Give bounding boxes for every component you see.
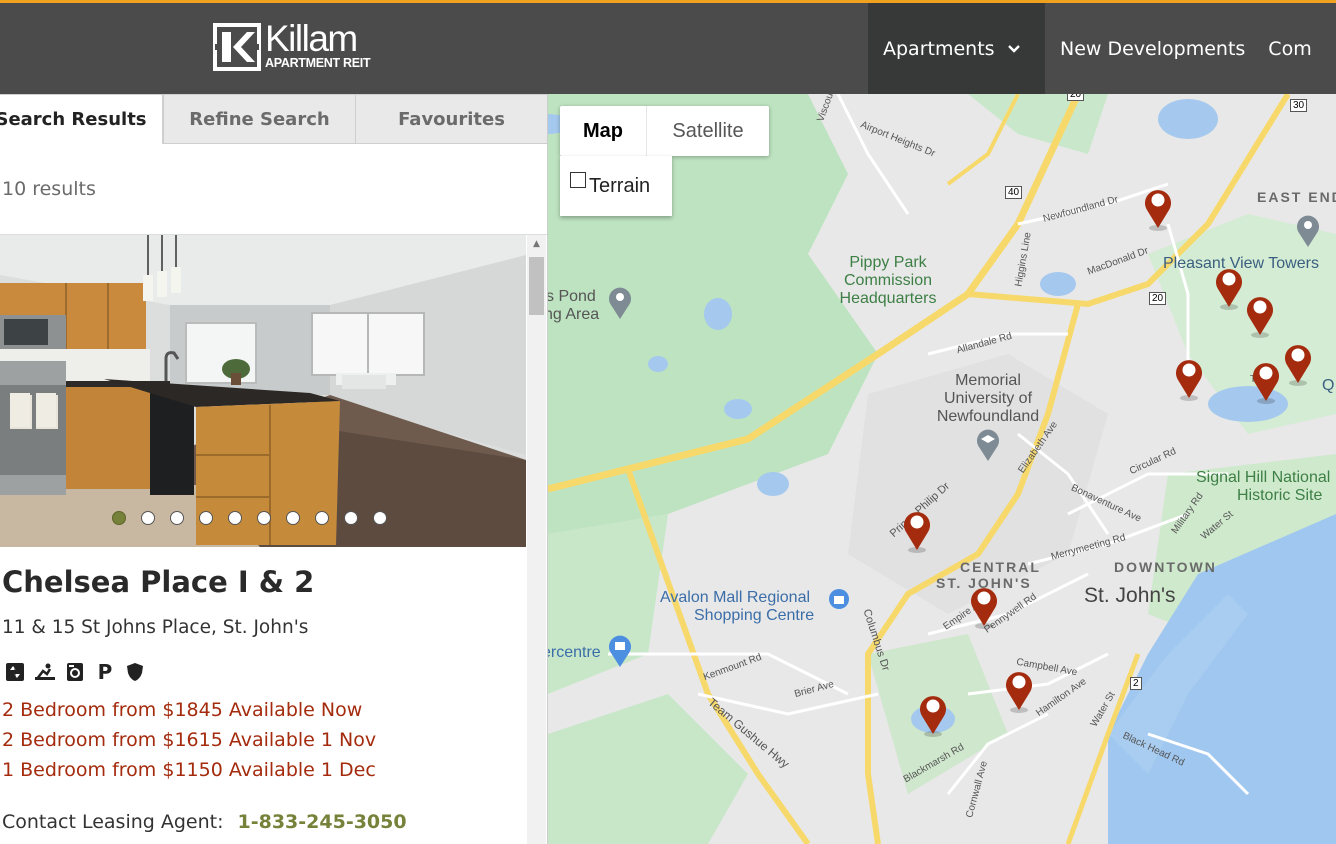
laundry-icon (64, 661, 86, 683)
carousel-dot[interactable] (228, 511, 242, 525)
location-pin-icon (1297, 215, 1319, 247)
search-tabs: Refine Search Favourites Search Results (0, 94, 547, 144)
nav-communities-label: Com (1268, 37, 1312, 60)
route-shield: 40 (1005, 186, 1023, 199)
map-label-central: CENTRAL (960, 559, 1041, 575)
carousel-dot[interactable] (286, 511, 300, 525)
map-label-east-end: EAST END (1257, 189, 1336, 205)
map-label-q: Q (1322, 377, 1335, 394)
contact-leasing-agent: Contact Leasing Agent: 1-833-245-3050 (2, 811, 407, 833)
carousel-dot[interactable] (170, 511, 184, 525)
route-shield: 30 (1290, 99, 1308, 112)
map-label-pippy-park: Pippy Park Commission Headquarters (839, 254, 937, 307)
nav-apartments-label: Apartments (883, 37, 995, 60)
availability-line[interactable]: 1 Bedroom from $1150 Available 1 Dec (2, 759, 376, 781)
university-icon (977, 429, 999, 461)
scroll-up-arrow-icon[interactable]: ▲ (527, 239, 546, 249)
carousel-dot[interactable] (315, 511, 329, 525)
map-label-pond-area: ng Area (548, 306, 600, 323)
property-marker-icon[interactable] (1283, 341, 1313, 387)
property-marker-icon[interactable] (969, 584, 999, 630)
nav-communities[interactable]: Com (1260, 3, 1326, 94)
property-marker-icon[interactable] (918, 692, 948, 738)
property-marker-icon[interactable] (1143, 186, 1173, 232)
map-label-centre: ercentre (548, 644, 601, 661)
availability-line[interactable]: 2 Bedroom from $1845 Available Now (2, 699, 362, 721)
top-navigation-bar: Killam APARTMENT REIT Apartments New Dev… (0, 0, 1336, 94)
carousel-dots (112, 511, 402, 525)
terrain-checkbox[interactable] (570, 172, 586, 188)
main-nav: Apartments New Developments Com (868, 3, 1327, 94)
property-address: 11 & 15 St Johns Place, St. John's (2, 617, 309, 638)
logo-name: Killam (265, 18, 358, 60)
killam-logo[interactable]: Killam APARTMENT REIT (213, 18, 371, 73)
terrain-label: Terrain (589, 174, 651, 197)
map-view[interactable]: 20 30 40 20 2 Pippy Park Commission Head… (548, 94, 1336, 844)
carousel-dot[interactable] (373, 511, 387, 525)
gym-icon (34, 661, 56, 683)
scroll-thumb[interactable] (529, 257, 544, 315)
map-label-pond: s Pond (548, 288, 596, 305)
carousel-dot[interactable] (344, 511, 358, 525)
tab-search-results-label: Search Results (0, 109, 147, 130)
property-marker-icon[interactable] (1251, 359, 1281, 405)
shopping-pin-icon (609, 635, 631, 667)
parking-icon: P (97, 660, 113, 684)
carousel-dot[interactable] (112, 511, 126, 525)
map-type-control: Map Satellite (560, 106, 769, 156)
map-label-mun: Memorial University of Newfoundland (936, 372, 1040, 425)
map-label-shopping-centre: Shopping Centre (694, 607, 815, 624)
route-shield: 20 (1149, 292, 1167, 305)
killam-logo-mark-icon (213, 23, 261, 71)
property-marker-icon[interactable] (1245, 293, 1275, 339)
elevator-icon (4, 661, 26, 683)
availability-line[interactable]: 2 Bedroom from $1615 Available 1 Nov (2, 729, 376, 751)
route-shield: 20 (1067, 94, 1085, 101)
chevron-down-icon (1007, 44, 1020, 53)
terrain-toggle[interactable]: Terrain (560, 156, 672, 216)
shopping-bag-icon (829, 589, 849, 609)
map-label-historic-site: Historic Site (1237, 487, 1323, 504)
nav-new-developments[interactable]: New Developments (1045, 3, 1260, 94)
property-marker-icon[interactable] (1214, 265, 1244, 311)
park-pin-icon (609, 287, 631, 319)
property-marker-icon[interactable] (1004, 668, 1034, 714)
property-name[interactable]: Chelsea Place I & 2 (2, 565, 314, 599)
carousel-dot[interactable] (141, 511, 155, 525)
carousel-dot[interactable] (257, 511, 271, 525)
search-panel: Refine Search Favourites Search Results … (0, 94, 548, 844)
property-marker-icon[interactable] (902, 508, 932, 554)
listing-scrollbar[interactable]: ▲ (527, 235, 546, 844)
logo-subtitle: APARTMENT REIT (265, 56, 371, 71)
nav-new-developments-label: New Developments (1060, 37, 1246, 60)
tab-favourites-label: Favourites (398, 108, 505, 130)
tab-favourites[interactable]: Favourites (355, 94, 547, 144)
tab-search-results[interactable]: Search Results (0, 94, 163, 144)
map-type-map-button[interactable]: Map (560, 106, 646, 156)
route-shield: 2 (1130, 677, 1142, 690)
carousel-dot[interactable] (199, 511, 213, 525)
property-marker-icon[interactable] (1174, 356, 1204, 402)
kitchen-photo-image (0, 235, 526, 547)
phone-link[interactable]: 1-833-245-3050 (238, 811, 407, 833)
map-label-avalon-mall: Avalon Mall Regional (660, 589, 811, 606)
map-label-downtown: DOWNTOWN (1114, 559, 1217, 575)
listing-photo[interactable] (0, 235, 526, 547)
nav-apartments[interactable]: Apartments (868, 3, 1045, 94)
map-label-st-johns: St. John's (1084, 584, 1176, 607)
security-shield-icon (124, 661, 146, 683)
map-type-satellite-button[interactable]: Satellite (646, 106, 769, 156)
amenity-icons: P (4, 660, 154, 684)
contact-label: Contact Leasing Agent: (2, 811, 224, 833)
tab-refine-search[interactable]: Refine Search (163, 94, 356, 144)
listing-card[interactable]: ▲ Chelsea Place I & 2 11 & 15 St Johns P… (0, 234, 547, 844)
map-label-signal-hill: Signal Hill National (1196, 469, 1331, 486)
results-count: 10 results (2, 178, 96, 200)
tab-refine-search-label: Refine Search (189, 108, 330, 130)
